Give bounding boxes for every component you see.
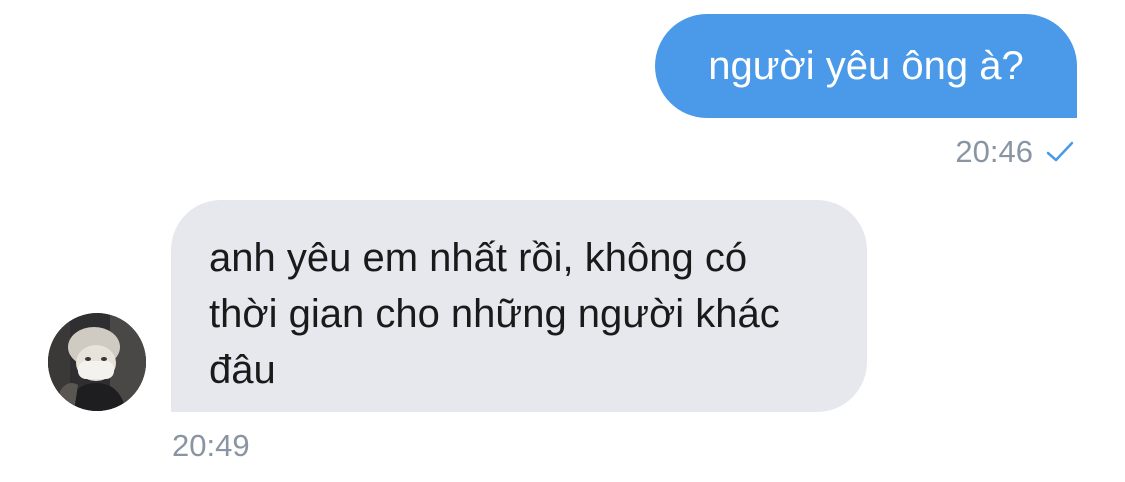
outgoing-message-text: người yêu ông à? <box>708 44 1024 88</box>
avatar-image <box>48 313 146 411</box>
incoming-message-text: anh yêu em nhất rồi, không có thời gian … <box>209 236 780 392</box>
outgoing-message-meta: 20:46 <box>955 132 1075 172</box>
outgoing-message-bubble[interactable]: người yêu ông à? <box>655 14 1077 118</box>
outgoing-message-time: 20:46 <box>955 134 1033 169</box>
incoming-message-time: 20:49 <box>172 428 250 463</box>
incoming-message-bubble[interactable]: anh yêu em nhất rồi, không có thời gian … <box>171 200 867 412</box>
contact-avatar[interactable] <box>48 313 146 411</box>
check-icon <box>1046 141 1074 162</box>
